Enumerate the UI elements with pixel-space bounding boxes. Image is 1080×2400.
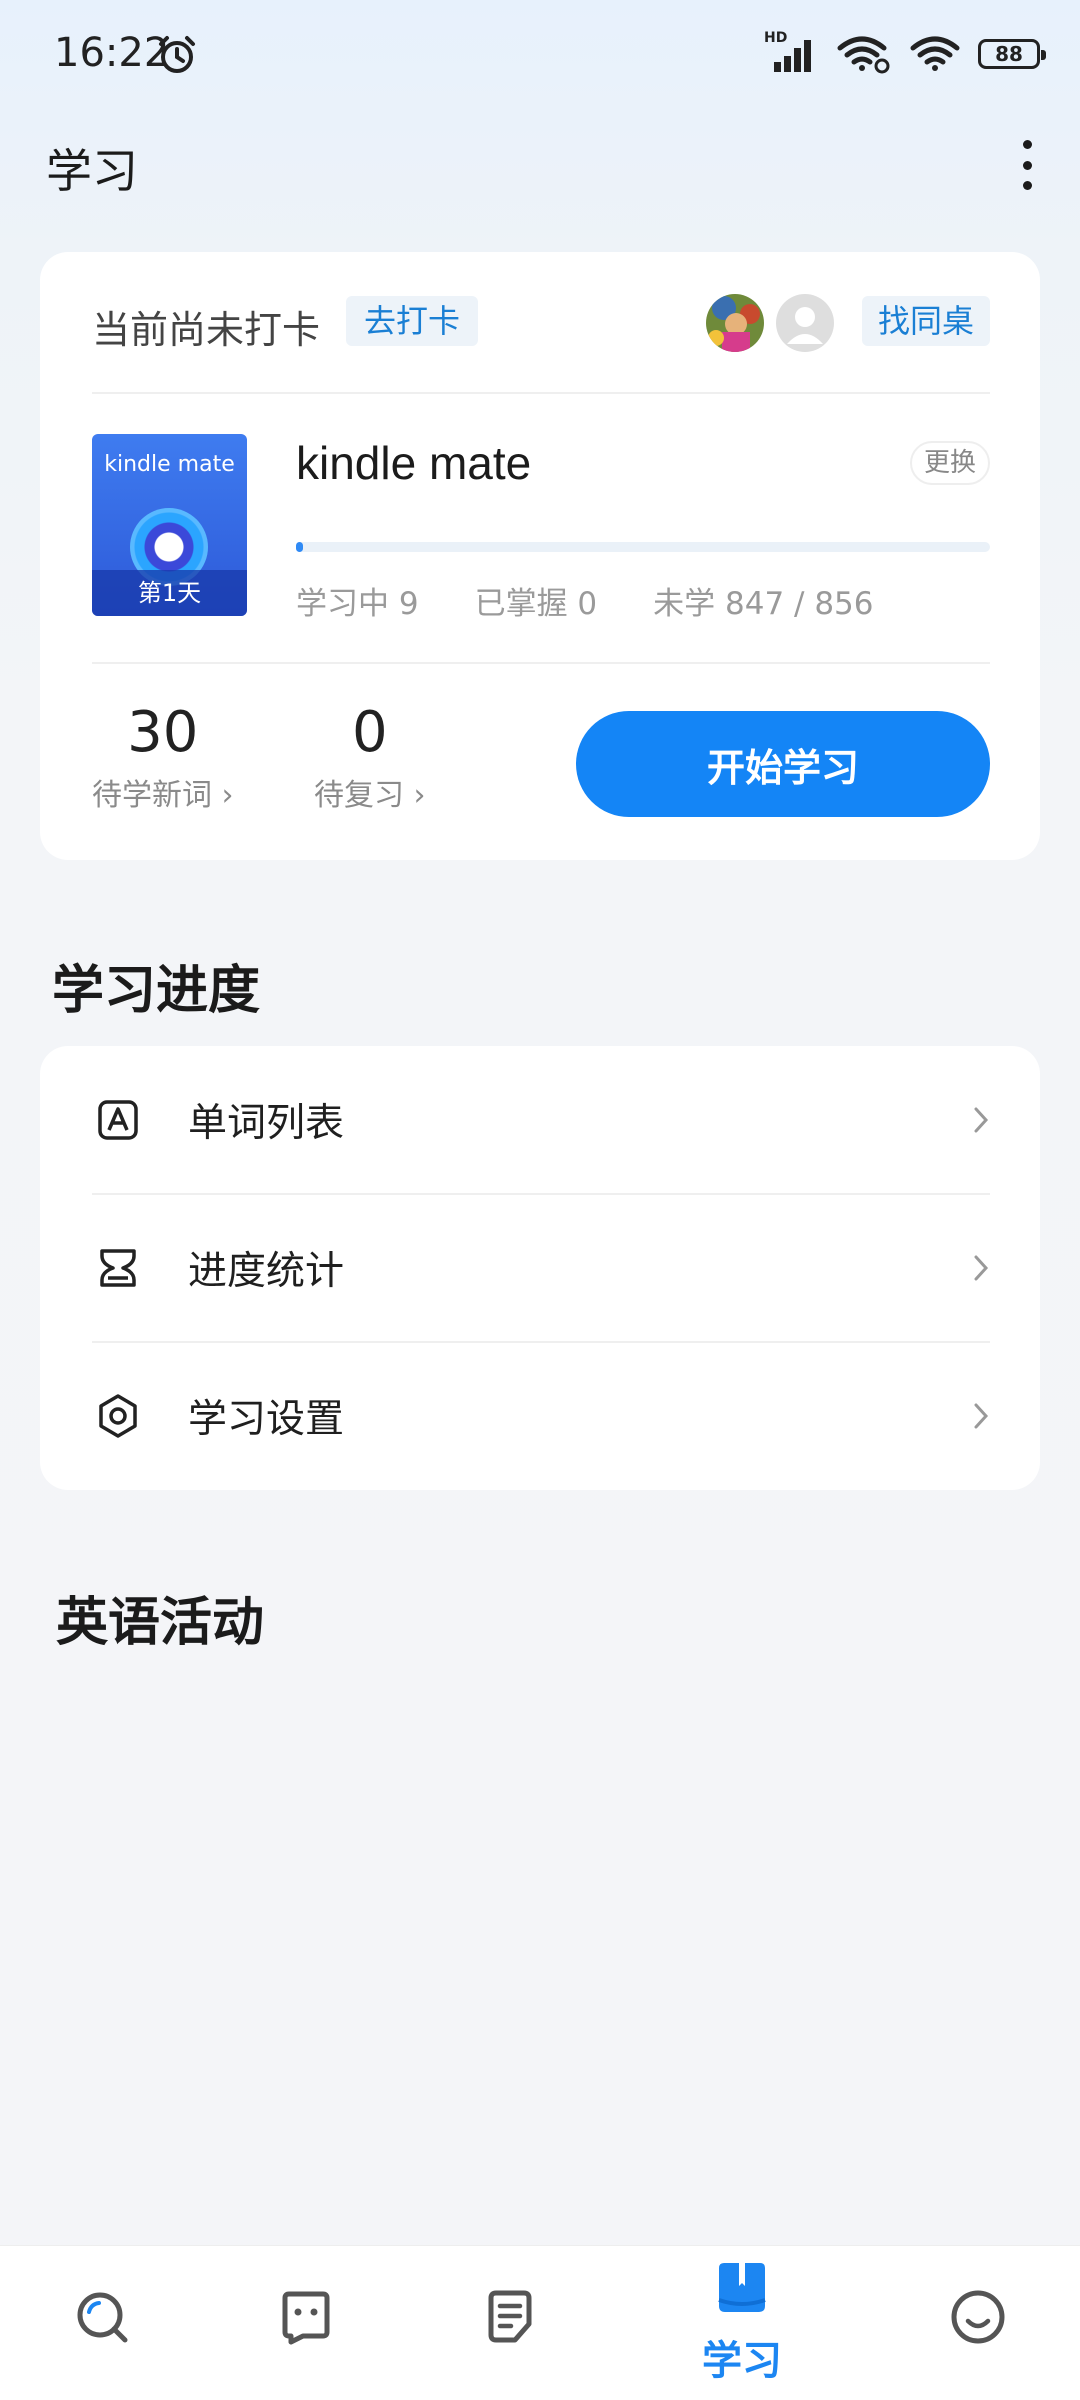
checkin-status-text: 当前尚未打卡 xyxy=(92,308,321,352)
search-icon xyxy=(77,2292,128,2343)
cellular-signal-icon: HD xyxy=(764,30,818,74)
checkin-button[interactable]: 去打卡 xyxy=(346,296,479,346)
more-dot-icon xyxy=(1022,160,1032,170)
menu-item-study-settings[interactable]: 学习设置 xyxy=(40,1342,1040,1490)
menu-item-progress-stats[interactable]: 进度统计 xyxy=(40,1194,1040,1342)
status-time: 16:22 xyxy=(54,30,170,76)
settings-icon xyxy=(99,1394,137,1438)
nav-item-profile[interactable] xyxy=(908,2246,1048,2400)
hourglass-icon xyxy=(100,1249,136,1287)
menu-item-word-list[interactable]: 单词列表 xyxy=(40,1046,1040,1194)
more-dot-icon xyxy=(1022,181,1032,190)
battery-level: 88 xyxy=(995,42,1023,66)
battery-icon: 88 xyxy=(978,39,1046,69)
menu-item-label: 学习设置 xyxy=(188,1397,345,1442)
page-title: 学习 xyxy=(46,144,138,198)
avatar[interactable] xyxy=(706,294,764,352)
nav-item-search[interactable] xyxy=(32,2246,172,2400)
menu-item-label: 单词列表 xyxy=(188,1101,345,1146)
find-deskmate-button[interactable]: 找同桌 xyxy=(861,296,990,346)
network-type-label: HD xyxy=(764,30,788,46)
review-count: 0 xyxy=(351,700,388,765)
more-options-button[interactable] xyxy=(1012,140,1042,190)
word-list-icon xyxy=(98,1100,138,1140)
new-words-label: 待学新词 › xyxy=(92,778,234,813)
book-cover-day: 第1天 xyxy=(92,570,247,616)
chevron-right-icon xyxy=(974,1403,989,1429)
alarm-icon xyxy=(159,36,195,73)
new-words-count: 30 xyxy=(127,700,199,765)
more-dot-icon xyxy=(1022,140,1032,149)
review-counter[interactable]: 0 待复习 › xyxy=(314,700,426,814)
book-stats: 学习中 9 已掌握 0 未学 847 / 856 xyxy=(296,578,874,623)
stat-unlearned: 未学 847 / 856 xyxy=(653,586,874,622)
nav-item-study-label: 学习 xyxy=(702,2338,782,2384)
activity-section-title: 英语活动 xyxy=(56,1593,265,1653)
study-book-icon xyxy=(718,2263,766,2312)
stat-mastered: 已掌握 0 xyxy=(474,586,598,622)
nav-item-study[interactable]: 学习 xyxy=(672,2246,812,2400)
nav-item-notes[interactable] xyxy=(440,2246,580,2400)
chat-icon xyxy=(282,2291,330,2345)
new-words-counter[interactable]: 30 待学新词 › xyxy=(92,700,234,814)
progress-section-title: 学习进度 xyxy=(52,961,261,1021)
chevron-right-icon xyxy=(974,1107,989,1133)
avatar-placeholder[interactable] xyxy=(776,294,834,352)
book-cover[interactable]: kindle mate 第1天 xyxy=(92,434,247,616)
change-book-button[interactable]: 更换 xyxy=(909,441,990,485)
notes-icon xyxy=(488,2290,532,2343)
wifi-link-icon xyxy=(837,36,890,74)
review-label: 待复习 › xyxy=(314,778,426,813)
book-name: kindle mate xyxy=(296,437,532,489)
stat-learning: 学习中 9 xyxy=(296,586,419,622)
chevron-right-icon xyxy=(974,1255,989,1281)
smile-icon xyxy=(951,2290,1005,2344)
book-cover-title: kindle mate xyxy=(104,452,235,477)
book-progress-bar xyxy=(296,542,990,552)
menu-item-label: 进度统计 xyxy=(188,1249,345,1294)
nav-item-chat[interactable] xyxy=(236,2246,376,2400)
divider xyxy=(92,392,990,394)
book-progress-fill xyxy=(296,542,303,552)
bottom-navigation: 学习 xyxy=(0,2245,1080,2400)
status-bar: 16:22 HD 88 xyxy=(0,0,1080,110)
divider xyxy=(92,662,990,664)
start-learning-button[interactable]: 开始学习 xyxy=(576,711,990,817)
wifi-icon xyxy=(910,36,960,71)
study-card: 当前尚未打卡 去打卡 找同桌 kindle mate 第1天 kindle ma… xyxy=(40,252,1040,860)
progress-menu-card: 单词列表 进度统计 学习设置 xyxy=(40,1046,1040,1490)
